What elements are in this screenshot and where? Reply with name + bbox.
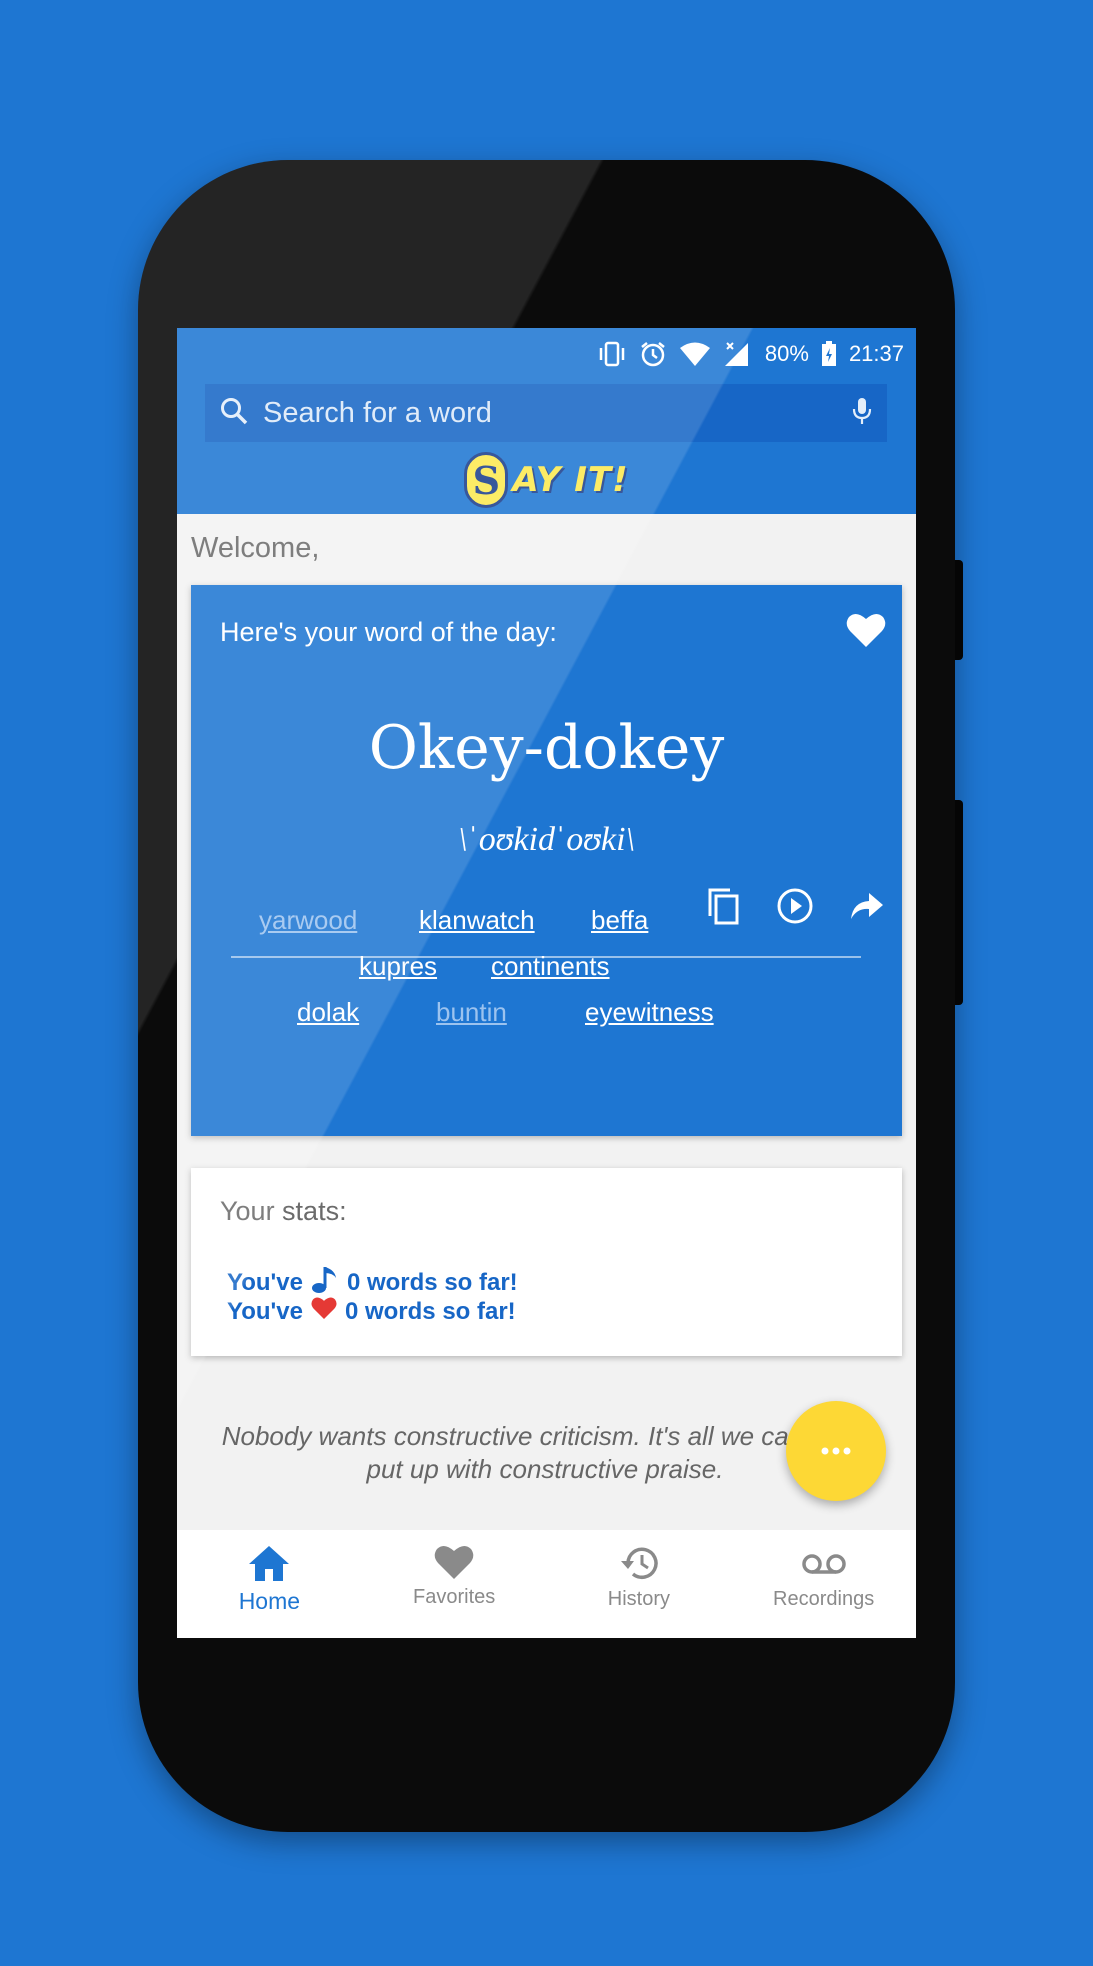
phonetic-spelling: \ˈoʊkidˈoʊki\ xyxy=(458,821,635,858)
stats-suffix: 0 words so far! xyxy=(344,1297,516,1325)
stats-prefix: You've xyxy=(227,1268,303,1296)
nav-favorites[interactable]: Favorites xyxy=(362,1530,547,1638)
related-word[interactable]: eyewitness xyxy=(585,997,714,1028)
word-of-day-card: Here's your word of the day: Okey-dokey … xyxy=(191,585,902,1136)
more-horiz-icon xyxy=(821,1447,851,1455)
nav-label: Favorites xyxy=(413,1586,496,1608)
nav-home[interactable]: Home xyxy=(177,1530,362,1638)
nav-label: Home xyxy=(238,1588,301,1614)
word-of-day: Okey-dokey xyxy=(368,713,725,783)
related-word[interactable]: yarwood xyxy=(259,905,357,936)
nav-recordings[interactable]: Recordings xyxy=(731,1530,916,1638)
voicemail-icon xyxy=(801,1554,846,1574)
related-word[interactable]: klanwatch xyxy=(419,905,535,936)
favorite-heart-icon[interactable] xyxy=(846,612,886,653)
alarm-icon xyxy=(639,340,667,368)
heart-icon xyxy=(434,1545,474,1579)
more-options-button[interactable] xyxy=(786,1401,886,1501)
play-icon[interactable] xyxy=(770,881,820,931)
copy-icon[interactable] xyxy=(698,881,748,931)
related-word[interactable]: continents xyxy=(491,951,610,982)
app-bar: 80% 21:37 Search for a word S AY IT! xyxy=(177,328,916,514)
battery-percent: 80% xyxy=(764,341,809,366)
battery-icon xyxy=(821,341,837,367)
logo-badge: S xyxy=(464,452,509,508)
nav-history[interactable]: History xyxy=(547,1530,732,1638)
stats-card: Your stats: You've 0 words so far! You'v… xyxy=(191,1168,902,1356)
bottom-navigation: Home Favorites History Recordings xyxy=(177,1530,916,1638)
home-icon xyxy=(249,1546,290,1581)
red-heart-icon xyxy=(311,1296,337,1327)
clock: 21:37 xyxy=(848,341,904,366)
search-input[interactable]: Search for a word xyxy=(263,397,851,430)
microphone-icon[interactable] xyxy=(851,396,873,431)
phone-side-button xyxy=(955,560,963,660)
status-bar: 80% 21:37 xyxy=(597,334,904,374)
related-word[interactable]: beffa xyxy=(591,905,648,936)
related-word[interactable]: kupres xyxy=(359,951,437,982)
app-logo: S AY IT! xyxy=(177,450,916,510)
nav-label: Recordings xyxy=(773,1588,875,1610)
signal-icon xyxy=(723,341,749,367)
app-screen: 80% 21:37 Search for a word S AY IT! Wel… xyxy=(177,328,916,1638)
search-bar[interactable]: Search for a word xyxy=(205,384,887,442)
phone-side-button xyxy=(955,800,963,1005)
vibrate-icon xyxy=(597,341,627,367)
stats-prefix: You've xyxy=(227,1297,303,1325)
quote-text: Nobody wants constructive criticism. It'… xyxy=(221,1421,869,1484)
related-word[interactable]: buntin xyxy=(436,997,507,1028)
nav-label: History xyxy=(607,1588,670,1610)
welcome-text: Welcome, xyxy=(191,532,320,564)
stats-favorites: You've 0 words so far! xyxy=(227,1296,516,1327)
logo-text: AY IT! xyxy=(512,460,629,500)
history-icon xyxy=(620,1547,658,1580)
share-icon[interactable] xyxy=(842,881,892,931)
stats-title: Your stats: xyxy=(220,1196,347,1226)
word-actions xyxy=(698,881,892,931)
stats-suffix: 0 words so far! xyxy=(346,1268,518,1296)
word-of-day-header: Here's your word of the day: xyxy=(220,617,557,647)
search-icon[interactable] xyxy=(219,396,249,431)
related-word[interactable]: dolak xyxy=(297,997,359,1028)
wifi-icon xyxy=(679,341,711,367)
